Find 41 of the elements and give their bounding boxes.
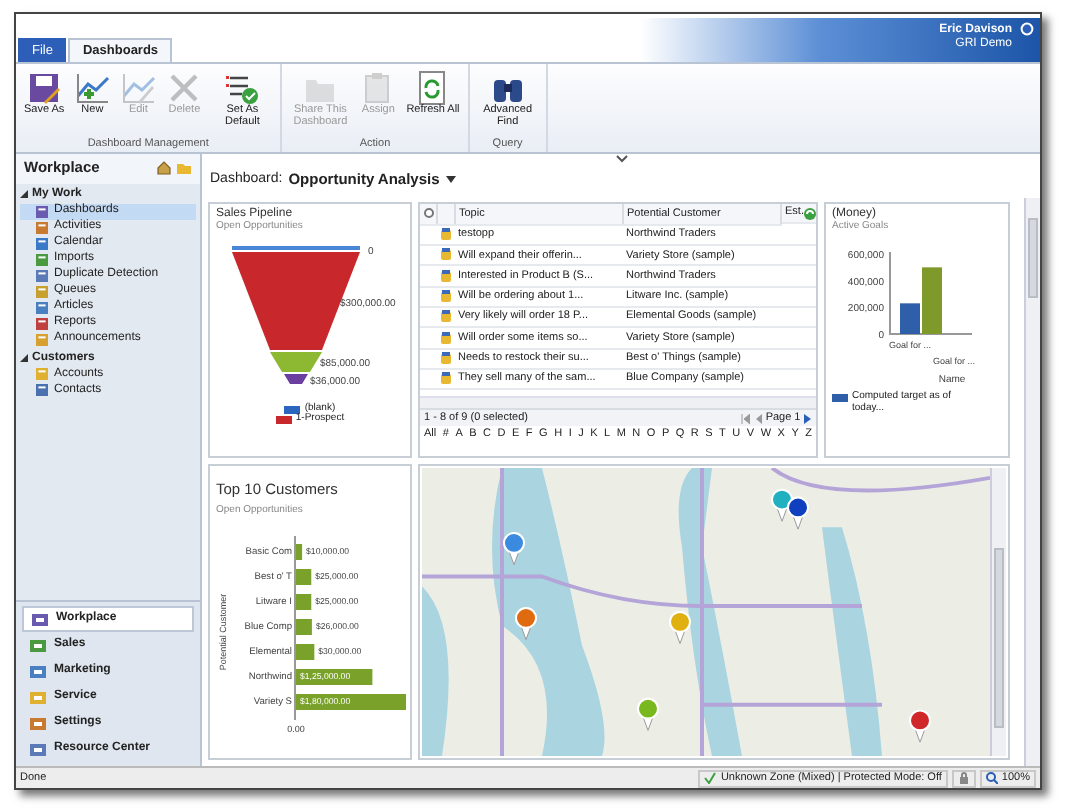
check-icon (704, 772, 717, 784)
record-icon (440, 331, 452, 344)
horizontal-scrollbar[interactable] (420, 396, 816, 409)
refresh-icon (414, 70, 451, 106)
scrollbar[interactable] (1024, 198, 1040, 766)
record-icon (440, 351, 452, 364)
page-icon (36, 368, 48, 381)
page-icon (36, 384, 48, 397)
page-icon (36, 221, 48, 234)
select-all-checkbox[interactable] (424, 208, 434, 219)
page-icon (36, 301, 48, 314)
expanded-icon (20, 353, 28, 362)
page-icon (36, 285, 48, 298)
checklist-icon (224, 70, 261, 106)
lock-icon[interactable] (957, 772, 970, 784)
first-page-icon[interactable] (740, 413, 751, 424)
record-icon (440, 310, 452, 323)
record-icon (440, 289, 452, 302)
page-icon (36, 269, 48, 282)
refresh-icon[interactable] (803, 207, 816, 220)
expanded-icon (20, 190, 28, 199)
caret-icon[interactable] (445, 176, 456, 185)
page-icon (36, 237, 48, 250)
help-icon[interactable] (1020, 22, 1034, 36)
page-icon (36, 253, 48, 266)
x-icon (166, 70, 203, 106)
record-icon (440, 372, 452, 385)
chart-pencil-icon (120, 70, 157, 106)
magnifier-icon (985, 772, 998, 784)
previous-page-icon[interactable] (754, 413, 763, 424)
home-icon[interactable] (156, 160, 173, 177)
page-icon (36, 333, 48, 346)
scrollbar[interactable] (990, 468, 1006, 756)
record-icon (440, 228, 452, 241)
chart-plus-icon (74, 70, 111, 106)
chevron-down-icon[interactable] (615, 154, 627, 164)
record-icon (440, 248, 452, 261)
next-page-icon[interactable] (804, 413, 812, 424)
record-icon (440, 269, 452, 282)
page-icon (36, 205, 48, 218)
page-icon (36, 317, 48, 330)
